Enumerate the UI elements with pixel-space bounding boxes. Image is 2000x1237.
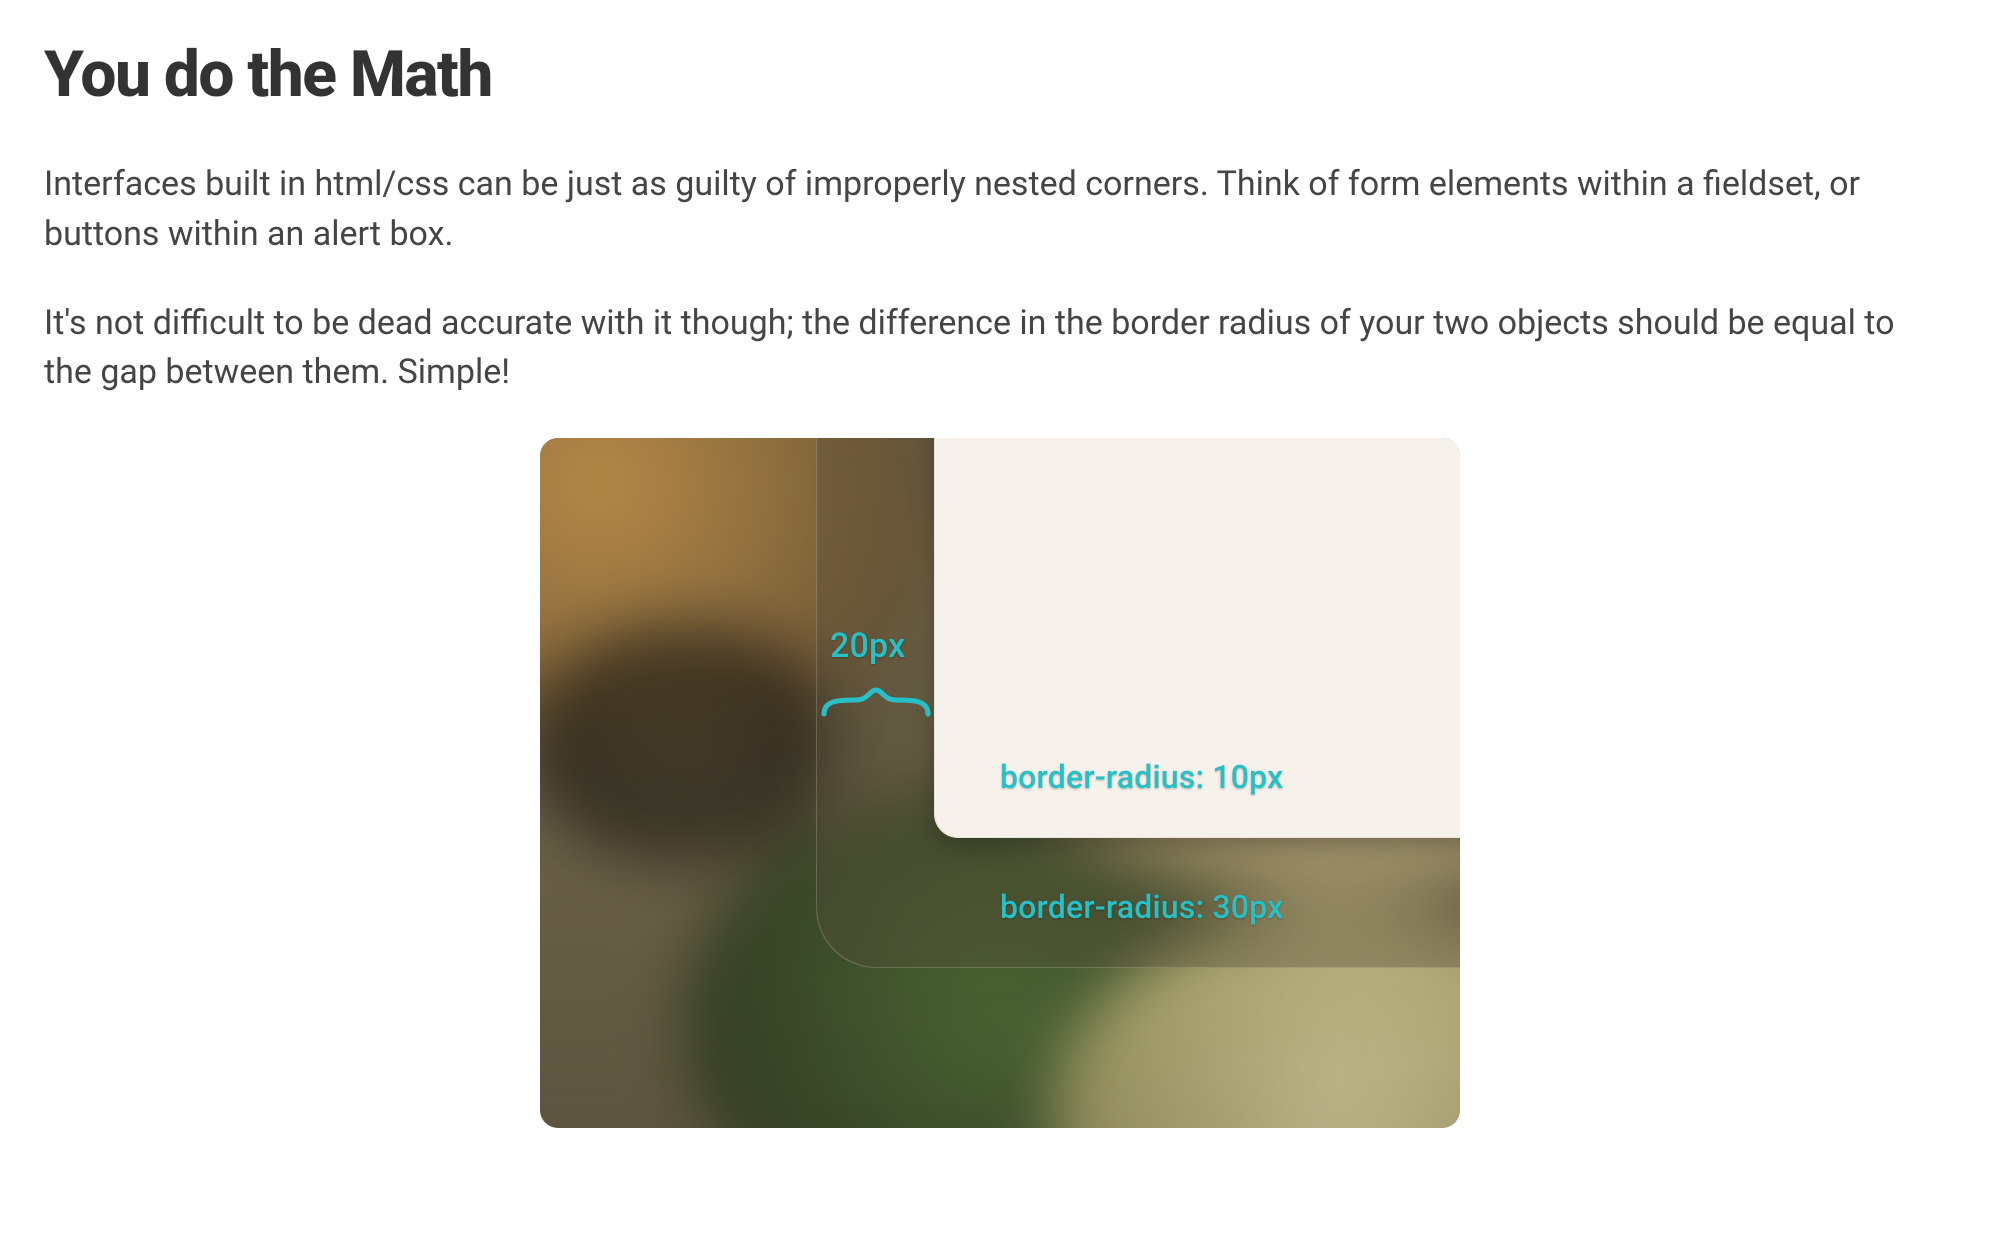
annotation-gap: 20px xyxy=(830,626,905,666)
paragraph-2: It's not difficult to be dead accurate w… xyxy=(44,299,1924,398)
annotation-inner-radius: border-radius: 10px xyxy=(1000,758,1283,796)
section-heading: You do the Math xyxy=(44,40,1956,110)
article: You do the Math Interfaces built in html… xyxy=(0,0,2000,1237)
annotation-outer-radius: border-radius: 30px xyxy=(1000,888,1283,926)
nested-corners-figure: 20px border-radius: 10px border-radius: … xyxy=(540,438,1460,1128)
paragraph-1: Interfaces built in html/css can be just… xyxy=(44,160,1924,259)
figure-container: 20px border-radius: 10px border-radius: … xyxy=(44,438,1956,1128)
